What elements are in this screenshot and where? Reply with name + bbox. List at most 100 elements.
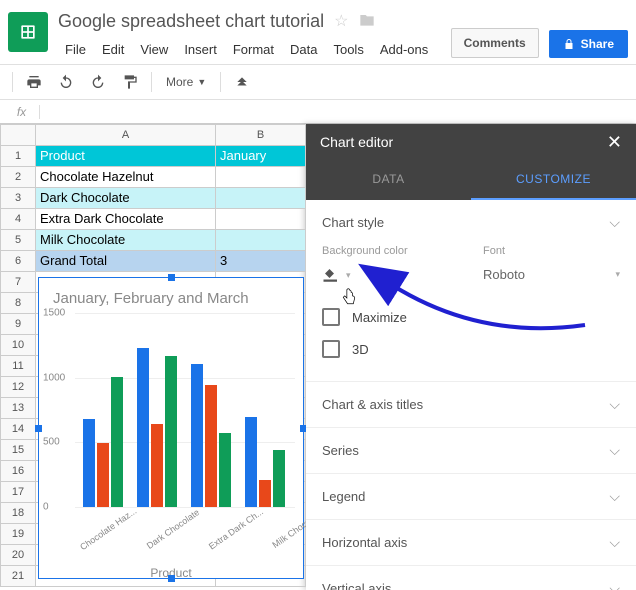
row-header[interactable]: 14 — [0, 419, 36, 440]
paint-format-button[interactable] — [115, 68, 145, 96]
menu-format[interactable]: Format — [226, 38, 281, 61]
sheet-area[interactable]: A B 1ProductJanuary2Chocolate Hazelnut3D… — [0, 124, 306, 590]
cell-B2[interactable] — [216, 167, 306, 188]
section-header-legend[interactable]: Legend⌵ — [306, 474, 636, 519]
menu-addons[interactable]: Add-ons — [373, 38, 435, 61]
bar — [245, 417, 257, 507]
doc-title[interactable]: Google spreadsheet chart tutorial — [58, 11, 324, 32]
row-header[interactable]: 16 — [0, 461, 36, 482]
bar — [191, 364, 203, 507]
cell-A2[interactable]: Chocolate Hazelnut — [36, 167, 216, 188]
cell-A6[interactable]: Grand Total — [36, 251, 216, 272]
row-header[interactable]: 2 — [0, 167, 36, 188]
row-header[interactable]: 8 — [0, 293, 36, 314]
bg-color-picker[interactable]: ▾ — [322, 267, 459, 283]
resize-handle-left[interactable] — [35, 425, 42, 432]
cell-B6[interactable]: 3 — [216, 251, 306, 272]
menu-edit[interactable]: Edit — [95, 38, 131, 61]
collapse-up-button[interactable] — [227, 68, 257, 96]
row-header[interactable]: 19 — [0, 524, 36, 545]
cell-A5[interactable]: Milk Chocolate — [36, 230, 216, 251]
row-header[interactable]: 13 — [0, 398, 36, 419]
triangle-down-icon: ▾ — [615, 269, 620, 280]
row-header[interactable]: 21 — [0, 566, 36, 587]
cell-B1[interactable]: January — [216, 146, 306, 167]
maximize-checkbox[interactable] — [322, 308, 340, 326]
cell-A1[interactable]: Product — [36, 146, 216, 167]
folder-icon[interactable] — [359, 12, 375, 31]
formula-bar[interactable]: fx — [0, 100, 636, 124]
cell-B5[interactable] — [216, 230, 306, 251]
row-header[interactable]: 20 — [0, 545, 36, 566]
menu-file[interactable]: File — [58, 38, 93, 61]
cell-B3[interactable] — [216, 188, 306, 209]
cell-B4[interactable] — [216, 209, 306, 230]
row-header[interactable]: 1 — [0, 146, 36, 167]
sheets-logo[interactable] — [8, 12, 48, 52]
fx-label: fx — [4, 105, 40, 119]
section-header-vertical-axis[interactable]: Vertical axis⌵ — [306, 566, 636, 590]
cell-A3[interactable]: Dark Chocolate — [36, 188, 216, 209]
row-header[interactable]: 3 — [0, 188, 36, 209]
row-header[interactable]: 17 — [0, 482, 36, 503]
resize-handle-top[interactable] — [168, 274, 175, 281]
row-header[interactable]: 7 — [0, 272, 36, 293]
font-dropdown[interactable]: Roboto ▾ — [483, 267, 620, 282]
print-button[interactable] — [19, 68, 49, 96]
row-header[interactable]: 10 — [0, 335, 36, 356]
bar — [165, 356, 177, 507]
bg-color-label: Background color — [322, 245, 459, 257]
section-header-horizontal-axis[interactable]: Horizontal axis⌵ — [306, 520, 636, 565]
bar — [83, 419, 95, 507]
embedded-chart[interactable]: January, February and March 050010001500… — [38, 277, 304, 579]
row-header[interactable]: 12 — [0, 377, 36, 398]
menu-view[interactable]: View — [133, 38, 175, 61]
col-header-b[interactable]: B — [216, 124, 306, 146]
section-header-series[interactable]: Series⌵ — [306, 428, 636, 473]
share-button[interactable]: Share — [549, 30, 628, 58]
font-label: Font — [483, 245, 620, 257]
col-header-a[interactable]: A — [36, 124, 216, 146]
fill-icon — [322, 267, 340, 283]
resize-handle-bottom[interactable] — [168, 575, 175, 582]
row-header[interactable]: 11 — [0, 356, 36, 377]
section-header-chart-style[interactable]: Chart style ⌵ — [306, 200, 636, 245]
resize-handle-right[interactable] — [300, 425, 306, 432]
tab-data[interactable]: DATA — [306, 160, 471, 200]
close-icon[interactable]: ✕ — [607, 133, 622, 151]
bar — [137, 348, 149, 507]
bar — [205, 385, 217, 507]
bar — [219, 433, 231, 507]
menu-data[interactable]: Data — [283, 38, 324, 61]
section-header-chart-axis-titles[interactable]: Chart & axis titles⌵ — [306, 382, 636, 427]
undo-button[interactable] — [51, 68, 81, 96]
star-icon[interactable]: ☆ — [334, 11, 348, 31]
row-header[interactable]: 5 — [0, 230, 36, 251]
row-header[interactable]: 9 — [0, 314, 36, 335]
chevron-down-icon: ⌵ — [609, 214, 620, 231]
3d-checkbox[interactable] — [322, 340, 340, 358]
3d-label: 3D — [352, 342, 369, 357]
chart-title: January, February and March — [39, 278, 303, 313]
editor-title: Chart editor — [320, 134, 393, 150]
toolbar-more-button[interactable]: More ▼ — [158, 71, 214, 93]
row-header[interactable]: 18 — [0, 503, 36, 524]
menu-tools[interactable]: Tools — [326, 38, 370, 61]
redo-button[interactable] — [83, 68, 113, 96]
chevron-down-icon: ⌵ — [609, 396, 620, 413]
cell-A4[interactable]: Extra Dark Chocolate — [36, 209, 216, 230]
row-header[interactable]: 15 — [0, 440, 36, 461]
menu-insert[interactable]: Insert — [177, 38, 224, 61]
comments-button[interactable]: Comments — [451, 28, 539, 58]
chevron-down-icon: ⌵ — [609, 580, 620, 590]
chart-plot-area: 050010001500 — [75, 313, 295, 508]
bar — [111, 377, 123, 507]
row-header[interactable]: 6 — [0, 251, 36, 272]
tab-customize[interactable]: CUSTOMIZE — [471, 160, 636, 200]
bar — [259, 480, 271, 507]
row-header[interactable]: 4 — [0, 209, 36, 230]
bar — [97, 443, 109, 507]
select-all-corner[interactable] — [0, 124, 36, 146]
chevron-down-icon: ⌵ — [609, 442, 620, 459]
maximize-label: Maximize — [352, 310, 407, 325]
